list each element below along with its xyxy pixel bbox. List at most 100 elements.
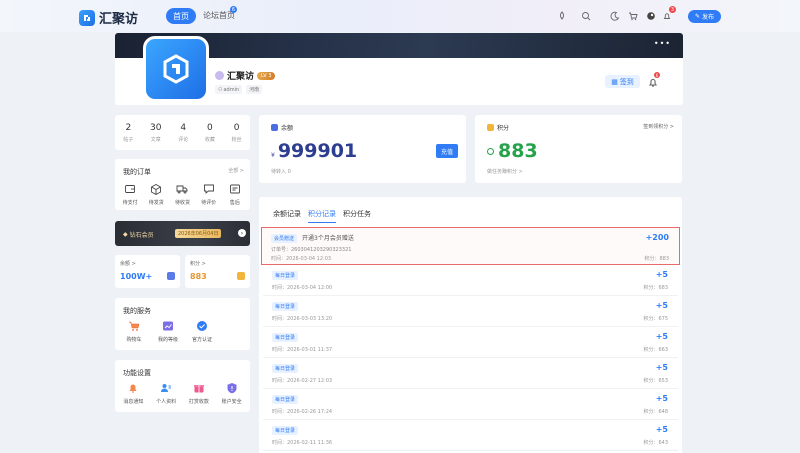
bell-icon — [129, 384, 137, 393]
service-label: 官方认证 — [191, 337, 212, 343]
stat-num: 0 — [207, 122, 213, 133]
top-nav: 汇聚访 首页 论坛首页 6 3 ✎ 发布 — [0, 0, 800, 32]
wallet-icon — [125, 185, 136, 193]
more-icon[interactable]: ••• — [654, 39, 671, 48]
stat-num: 0 — [233, 122, 240, 133]
mini-balance-card[interactable]: 余额 > 100W+ — [115, 255, 180, 288]
setting-security[interactable]: 账户安全 — [219, 382, 245, 405]
stat-favorites[interactable]: 0 收藏 — [205, 123, 215, 143]
checkin-button[interactable]: ▦ 签到 — [605, 75, 640, 88]
rocket-icon[interactable] — [556, 10, 568, 22]
mini-points-card[interactable]: 积分 > 883 — [185, 255, 250, 288]
points-title: 积分 — [497, 125, 510, 132]
record-item[interactable]: 每日登录 +5 时间：2026-03-04 12:00 积分：683 — [263, 265, 678, 296]
coin-icon — [487, 147, 494, 155]
pending-transfer: 待转入 0 — [271, 169, 291, 175]
site-logo[interactable]: 汇聚访 — [79, 8, 138, 27]
record-total: 积分：648 — [643, 409, 668, 415]
role-text: admin — [223, 86, 240, 93]
settings-title: 功能设置 — [123, 369, 151, 377]
service-level[interactable]: 我的等级 — [155, 320, 181, 343]
theme-icon[interactable] — [645, 10, 657, 22]
coins-icon — [487, 124, 494, 131]
record-badge: 会员赠送 — [271, 234, 298, 243]
vip-title-text: 钻石会员 — [129, 232, 154, 239]
logo-icon — [79, 9, 95, 26]
stat-label: 帖子 — [123, 136, 134, 143]
verified-icon — [197, 321, 207, 331]
stat-fans[interactable]: 0 粉丝 — [232, 123, 242, 143]
stat-num: 30 — [150, 122, 162, 133]
record-total: 积分：653 — [643, 378, 668, 384]
tab-points-tasks[interactable]: 积分任务 — [343, 209, 371, 223]
tab-points-records[interactable]: 积分记录 — [308, 209, 336, 223]
tab-balance-records[interactable]: 余额记录 — [273, 209, 301, 223]
user-name: 汇聚访 — [227, 72, 255, 82]
search-icon[interactable] — [580, 10, 592, 22]
post-button[interactable]: ✎ 发布 — [688, 10, 721, 23]
record-item[interactable]: 每日登录 +5 时间：2026-02-27 12:03 积分：653 — [263, 358, 678, 389]
currency-symbol: ¥ — [271, 152, 275, 159]
record-item[interactable]: 每日登录 +5 时间：2026-03-03 13:20 积分：675 — [263, 296, 678, 327]
balance-value: ¥ 999901 — [271, 140, 357, 162]
order-after-sales[interactable]: 售后 — [222, 183, 248, 206]
balance-card: 余额 ¥ 999901 充值 待转入 0 — [259, 115, 466, 183]
records-tabs: 余额记录 积分记录 积分任务 — [273, 209, 371, 223]
record-amount: +5 — [655, 301, 668, 310]
post-label: 发布 — [702, 14, 715, 21]
recharge-button[interactable]: 充值 — [436, 144, 458, 158]
wallet-icon — [167, 272, 175, 280]
user-icon: ⚇ — [218, 86, 223, 93]
points-card: 积分 签到领积分 > 883 做任务赚积分 > — [475, 115, 682, 183]
cart-icon[interactable] — [627, 10, 639, 22]
moon-icon[interactable] — [609, 10, 621, 22]
setting-notifications[interactable]: 消息通知 — [120, 382, 146, 405]
cart-icon — [129, 321, 140, 331]
notification-badge: 3 — [669, 6, 676, 13]
my-services: 我的服务 购物车 我的等级 官方认证 — [115, 298, 250, 350]
setting-tips[interactable]: 打赏收款 — [186, 382, 212, 405]
record-amount: +5 — [655, 332, 668, 341]
setting-profile[interactable]: 个人资料 — [153, 382, 179, 405]
stat-label: 评论 — [178, 136, 189, 143]
order-pending-ship[interactable]: 待发货 — [143, 183, 169, 206]
stat-articles[interactable]: 30 文章 — [150, 123, 161, 143]
record-total: 积分：663 — [643, 347, 668, 353]
checkin-points-link[interactable]: 签到领积分 > — [643, 123, 674, 130]
record-order-no: 订单号：2603041203290323321 — [271, 247, 352, 253]
service-label: 我的等级 — [157, 337, 178, 343]
shield-icon — [227, 383, 237, 394]
order-pending-review[interactable]: 待评价 — [196, 183, 222, 206]
checkin-label: 签到 — [619, 77, 634, 86]
mini-points-label: 积分 > — [190, 261, 206, 267]
avatar[interactable] — [143, 36, 209, 102]
record-badge: 每日登录 — [272, 426, 299, 435]
service-verify[interactable]: 官方认证 — [189, 320, 215, 343]
records-list: 会员赠送 开通3个月会员赠送 +200 订单号：2603041203290323… — [259, 227, 682, 451]
service-cart[interactable]: 购物车 — [121, 320, 147, 343]
vip-membership-card[interactable]: ◆ 钻石会员 2026年06月04日 › — [115, 221, 250, 246]
user-tags: ⚇ admin 河南 — [215, 85, 263, 94]
stat-comments[interactable]: 4 评论 — [178, 123, 188, 143]
vip-icon — [215, 71, 224, 80]
stat-posts[interactable]: 2 帖子 — [123, 123, 133, 143]
record-item[interactable]: 每日登录 +5 时间：2026-02-11 11:36 积分：643 — [263, 420, 678, 451]
earn-points-link[interactable]: 做任务赚积分 > — [487, 168, 523, 175]
record-time: 时间：2026-03-04 12:03 — [271, 256, 332, 262]
chevron-right-icon[interactable]: › — [238, 229, 246, 237]
record-item[interactable]: 每日登录 +5 时间：2026-02-26 17:24 积分：648 — [263, 389, 678, 420]
services-icons: 购物车 我的等级 官方认证 — [115, 320, 250, 343]
record-badge: 每日登录 — [272, 302, 299, 311]
order-label: 待支付 — [122, 200, 138, 206]
record-item[interactable]: 每日登录 +5 时间：2026-03-01 11:37 积分：663 — [263, 327, 678, 358]
order-pending-payment[interactable]: 待支付 — [117, 183, 143, 206]
points-amount: 883 — [498, 140, 538, 162]
order-pending-receive[interactable]: 待收货 — [169, 183, 195, 206]
nav-home[interactable]: 首页 — [166, 8, 196, 24]
orders-more-link[interactable]: 全部 > — [228, 167, 244, 174]
location-tag: 河南 — [246, 85, 263, 94]
record-item-highlighted[interactable]: 会员赠送 开通3个月会员赠送 +200 订单号：2603041203290323… — [261, 227, 680, 265]
record-amount: +5 — [655, 394, 668, 403]
setting-label: 消息通知 — [123, 399, 144, 405]
settings-icons: 消息通知 个人资料 打赏收款 账户安全 — [115, 382, 250, 405]
